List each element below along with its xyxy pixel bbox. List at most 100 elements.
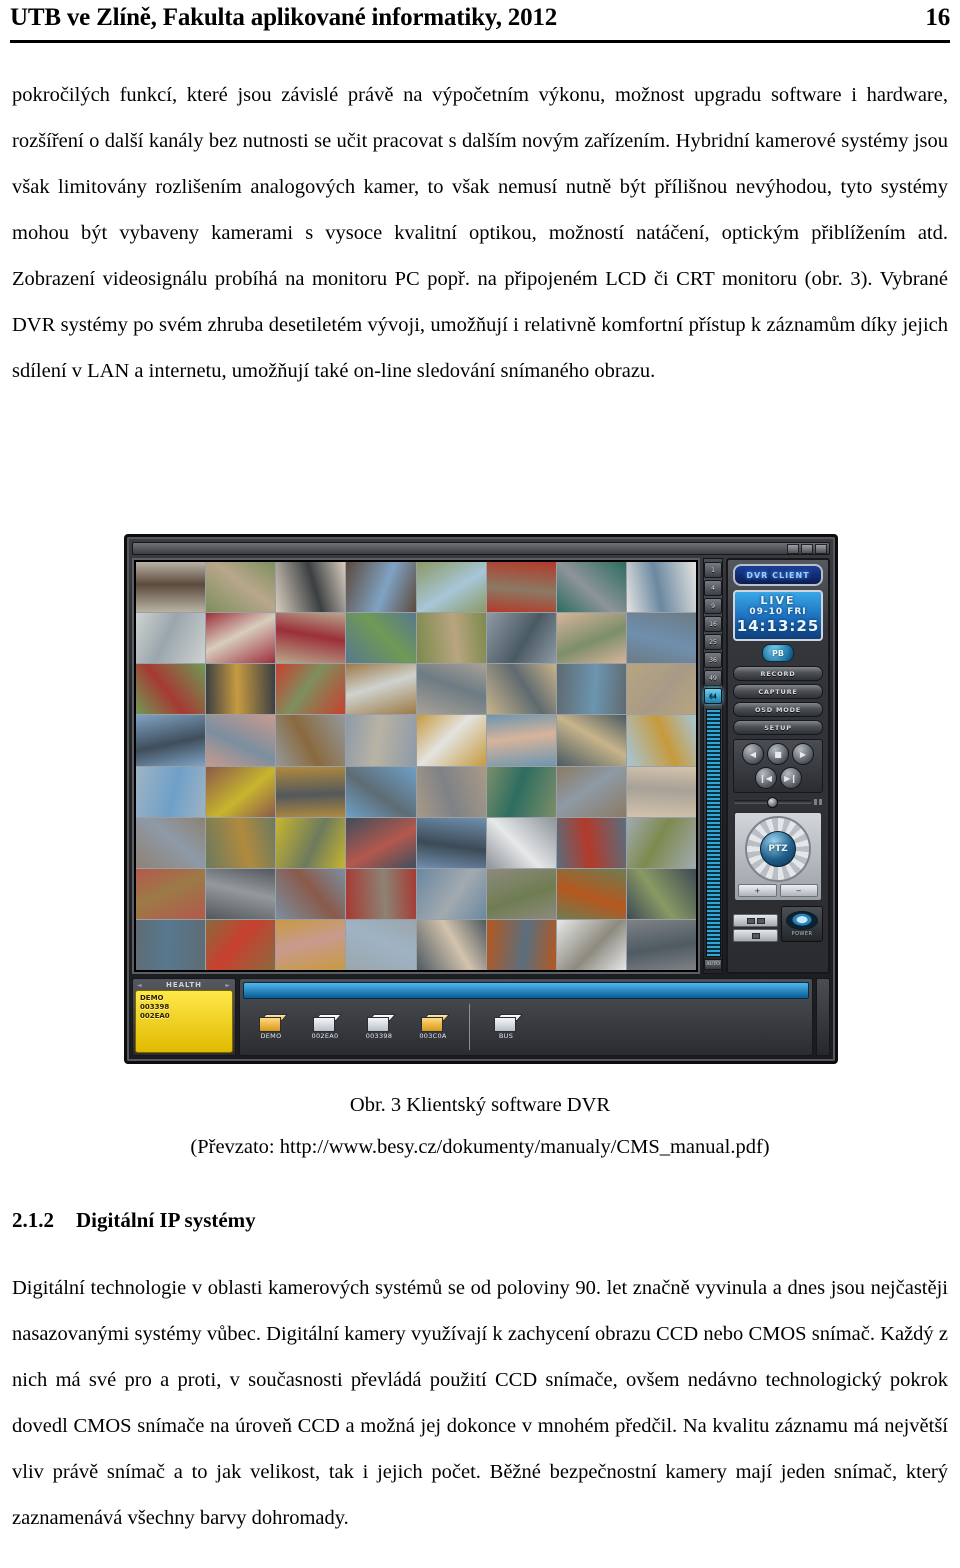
- zoom-in-button[interactable]: +: [738, 884, 777, 897]
- camera-tile[interactable]: [206, 919, 276, 970]
- layout-button-4[interactable]: 4: [704, 580, 722, 596]
- playback-button[interactable]: PB: [762, 644, 794, 662]
- camera-tile[interactable]: [346, 817, 416, 868]
- camera-tile[interactable]: [136, 613, 206, 664]
- camera-tile[interactable]: [556, 766, 626, 817]
- camera-tile[interactable]: [276, 562, 346, 613]
- layout-button-49[interactable]: 49: [704, 670, 722, 686]
- maximize-button[interactable]: [801, 543, 813, 554]
- chevron-left-icon[interactable]: ◄: [137, 982, 143, 989]
- camera-tile[interactable]: [346, 664, 416, 715]
- device-item[interactable]: BUS: [484, 1014, 528, 1040]
- camera-tile[interactable]: [276, 817, 346, 868]
- layout-button-36[interactable]: 36: [704, 652, 722, 668]
- camera-tile[interactable]: [276, 664, 346, 715]
- camera-tile[interactable]: [346, 766, 416, 817]
- camera-tile[interactable]: [486, 868, 556, 919]
- split-view-button[interactable]: [733, 914, 778, 927]
- device-item[interactable]: 003398: [357, 1014, 401, 1040]
- camera-tile[interactable]: [486, 562, 556, 613]
- camera-tile[interactable]: [346, 562, 416, 613]
- camera-tile[interactable]: [626, 664, 696, 715]
- camera-tile[interactable]: [206, 868, 276, 919]
- camera-tile[interactable]: [626, 766, 696, 817]
- camera-tile[interactable]: [206, 613, 276, 664]
- camera-tile[interactable]: [206, 664, 276, 715]
- camera-tile[interactable]: [556, 664, 626, 715]
- camera-tile[interactable]: [206, 715, 276, 766]
- layout-selector-strip[interactable]: 1 4 9 16 25 36 49 64 AUTO: [703, 558, 723, 974]
- next-icon[interactable]: ▶❙: [779, 767, 802, 789]
- layout-button-64[interactable]: 64: [704, 688, 722, 704]
- camera-tile[interactable]: [486, 664, 556, 715]
- camera-tile[interactable]: [486, 766, 556, 817]
- camera-tile[interactable]: [136, 868, 206, 919]
- camera-tile[interactable]: [556, 919, 626, 970]
- camera-tile[interactable]: [276, 715, 346, 766]
- camera-tile[interactable]: [276, 613, 346, 664]
- ptz-hub-label[interactable]: PTZ: [760, 831, 796, 867]
- speed-slider[interactable]: [733, 797, 823, 808]
- camera-tile[interactable]: [486, 817, 556, 868]
- camera-tile[interactable]: [206, 766, 276, 817]
- camera-tile[interactable]: [416, 562, 486, 613]
- health-active-tab[interactable]: DEMO 003398 002EA0: [135, 990, 233, 1053]
- layout-button-9[interactable]: 9: [704, 598, 722, 614]
- camera-tile[interactable]: [346, 919, 416, 970]
- layout-button-1[interactable]: 1: [704, 562, 722, 578]
- camera-tile[interactable]: [276, 868, 346, 919]
- camera-tile[interactable]: [206, 817, 276, 868]
- command-button-record[interactable]: RECORD: [733, 666, 823, 681]
- camera-tile[interactable]: [626, 919, 696, 970]
- camera-tile[interactable]: [416, 766, 486, 817]
- slider-track[interactable]: [734, 797, 812, 808]
- camera-tile[interactable]: [626, 817, 696, 868]
- command-button-capture[interactable]: CAPTURE: [733, 684, 823, 699]
- camera-tile[interactable]: [346, 613, 416, 664]
- camera-tile[interactable]: [626, 868, 696, 919]
- status-bar-scroll-strip[interactable]: [816, 978, 830, 1056]
- camera-tile[interactable]: [486, 919, 556, 970]
- previous-icon[interactable]: ❙◀: [754, 767, 777, 789]
- device-item[interactable]: 002EA0: [303, 1014, 347, 1040]
- camera-tile[interactable]: [486, 613, 556, 664]
- camera-tile[interactable]: [626, 562, 696, 613]
- camera-tile[interactable]: [556, 817, 626, 868]
- auto-sequence-button[interactable]: AUTO: [704, 959, 722, 970]
- camera-tile[interactable]: [276, 766, 346, 817]
- power-button[interactable]: ⏻ POWER: [781, 906, 823, 942]
- stop-icon[interactable]: ■: [767, 743, 789, 765]
- chevron-right-icon[interactable]: ►: [225, 982, 231, 989]
- camera-tile[interactable]: [136, 766, 206, 817]
- camera-tile[interactable]: [136, 562, 206, 613]
- camera-tile[interactable]: [136, 817, 206, 868]
- camera-tile[interactable]: [416, 613, 486, 664]
- camera-tile[interactable]: [626, 613, 696, 664]
- camera-tile[interactable]: [416, 868, 486, 919]
- ptz-dial[interactable]: PTZ: [745, 816, 811, 882]
- camera-tile[interactable]: [416, 715, 486, 766]
- camera-tile[interactable]: [136, 919, 206, 970]
- camera-tile[interactable]: [556, 868, 626, 919]
- camera-tile[interactable]: [556, 715, 626, 766]
- camera-tile[interactable]: [346, 715, 416, 766]
- camera-tile[interactable]: [206, 562, 276, 613]
- device-item[interactable]: DEMO: [249, 1014, 293, 1040]
- layout-button-25[interactable]: 25: [704, 634, 722, 650]
- camera-tile[interactable]: [136, 715, 206, 766]
- video-wall[interactable]: [132, 558, 700, 974]
- camera-tile[interactable]: [276, 919, 346, 970]
- camera-tile[interactable]: [416, 817, 486, 868]
- camera-tile[interactable]: [486, 715, 556, 766]
- play-icon[interactable]: ▶: [792, 743, 814, 765]
- device-item[interactable]: 003C0A: [411, 1014, 455, 1040]
- ptz-control[interactable]: PTZ + −: [733, 811, 823, 902]
- layout-button-16[interactable]: 16: [704, 616, 722, 632]
- zoom-out-button[interactable]: −: [779, 884, 818, 897]
- camera-grid[interactable]: [136, 562, 696, 970]
- minimize-button[interactable]: [787, 543, 799, 554]
- camera-tile[interactable]: [416, 919, 486, 970]
- fullscreen-button[interactable]: [733, 929, 778, 942]
- camera-tile[interactable]: [136, 664, 206, 715]
- rewind-icon[interactable]: ◀: [742, 743, 764, 765]
